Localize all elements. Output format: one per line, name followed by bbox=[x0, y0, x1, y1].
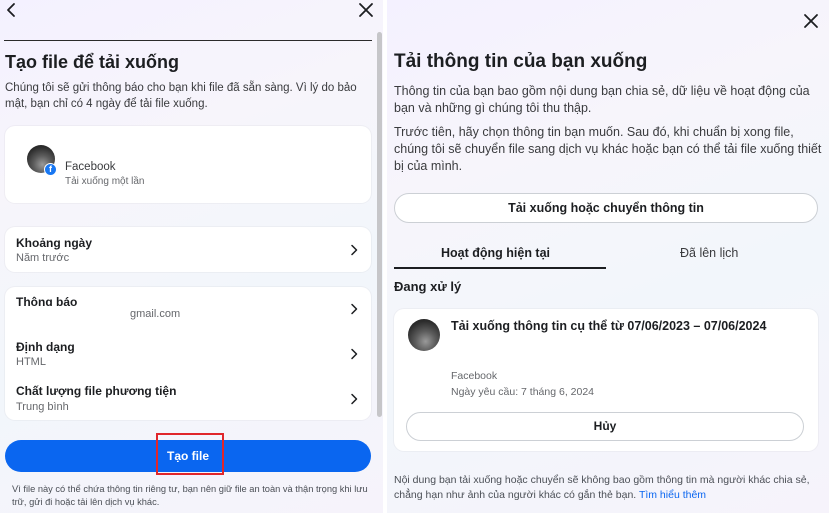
close-icon[interactable] bbox=[803, 13, 819, 29]
row-label: Chất lượng file phương tiện bbox=[16, 384, 177, 398]
page-description: Chúng tôi sẽ gửi thông báo cho bạn khi f… bbox=[5, 82, 357, 110]
format-row[interactable]: Định dạng HTML bbox=[5, 332, 371, 375]
tab-scheduled[interactable]: Đã lên lịch bbox=[680, 246, 738, 260]
tab-current-activity[interactable]: Hoạt động hiện tại bbox=[441, 246, 550, 260]
notification-row[interactable]: Thông báo gmail.com bbox=[5, 287, 371, 330]
chevron-right-icon bbox=[351, 303, 358, 315]
redacted-email bbox=[5, 306, 130, 322]
notification-email: gmail.com bbox=[130, 308, 181, 320]
transfer-note: Nội dung bạn tải xuống hoặc chuyển sẽ kh… bbox=[394, 473, 824, 503]
header-divider bbox=[4, 40, 372, 41]
back-arrow-icon[interactable] bbox=[4, 1, 20, 19]
request-title: Tải xuống thông tin cụ thể từ 07/06/2023… bbox=[451, 319, 767, 333]
cancel-button[interactable]: Hủy bbox=[406, 412, 804, 441]
row-label: Định dạng bbox=[16, 340, 75, 354]
chevron-right-icon bbox=[351, 348, 358, 360]
learn-more-link[interactable]: Tìm hiểu thêm bbox=[639, 489, 706, 501]
create-file-panel: Tạo file để tải xuống Chúng tôi sẽ gửi t… bbox=[0, 0, 383, 513]
chevron-right-icon bbox=[351, 244, 358, 256]
scrollbar[interactable] bbox=[377, 32, 382, 417]
instructions-paragraph: Trước tiên, hãy chọn thông tin bạn muốn.… bbox=[394, 125, 822, 173]
create-file-label: Tạo file bbox=[166, 449, 209, 463]
chevron-right-icon bbox=[351, 393, 358, 405]
request-date: Ngày yêu cầu: 7 tháng 6, 2024 bbox=[451, 386, 595, 398]
download-or-transfer-button[interactable]: Tải xuống hoặc chuyển thông tin bbox=[394, 193, 818, 223]
request-card: Tải xuống thông tin cụ thể từ 07/06/2023… bbox=[394, 309, 818, 451]
processing-heading: Đang xử lý bbox=[394, 279, 462, 294]
row-value: Năm trước bbox=[16, 252, 70, 264]
privacy-note: Vì file này có thể chứa thông tin riêng … bbox=[12, 484, 368, 507]
page-title: Tải thông tin của bạn xuống bbox=[394, 51, 648, 72]
facebook-icon: f bbox=[44, 163, 57, 176]
intro-paragraph: Thông tin của bạn bao gồm nội dung bạn c… bbox=[394, 84, 810, 115]
transfer-note-text: Nội dung bạn tải xuống hoặc chuyển sẽ kh… bbox=[394, 474, 810, 501]
request-source: Facebook bbox=[451, 370, 498, 382]
media-quality-row[interactable]: Chất lượng file phương tiện Trung bình bbox=[5, 377, 371, 420]
profile-subtitle: Tải xuống một lần bbox=[65, 176, 145, 187]
download-info-panel: Tải thông tin của bạn xuống Thông tin củ… bbox=[383, 0, 829, 513]
page-title: Tạo file để tải xuống bbox=[5, 52, 180, 72]
row-value: Trung bình bbox=[16, 401, 69, 413]
settings-group: Thông báo gmail.com Định dạng HTML Chất … bbox=[5, 287, 371, 420]
date-range-row[interactable]: Khoảng ngày Năm trước bbox=[5, 227, 371, 272]
avatar bbox=[408, 319, 440, 351]
close-icon[interactable] bbox=[358, 2, 374, 18]
profile-card: f Facebook Tải xuống một lần bbox=[5, 126, 371, 203]
row-value: HTML bbox=[16, 356, 46, 368]
active-tab-indicator bbox=[394, 267, 606, 269]
row-label: Khoảng ngày bbox=[16, 236, 93, 250]
profile-name: Facebook bbox=[65, 161, 116, 173]
